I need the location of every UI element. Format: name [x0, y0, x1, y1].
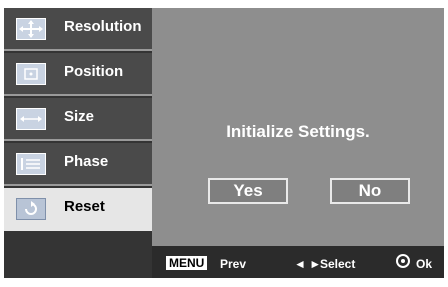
menu-item-resolution[interactable]: Resolution — [4, 8, 152, 51]
dialog-title: Initialize Settings. — [226, 122, 370, 141]
sidebar-menu: Resolution Position Size Phase Reset — [4, 8, 152, 278]
menu-item-position[interactable]: Position — [4, 53, 152, 96]
ok-button-icon — [396, 254, 410, 268]
menu-item-label: Resolution — [64, 18, 142, 35]
menu-item-label: Reset — [64, 198, 105, 215]
reset-icon — [16, 198, 46, 220]
menu-item-label: Position — [64, 63, 124, 80]
select-label: Select — [320, 257, 356, 271]
size-icon — [16, 108, 46, 130]
no-button[interactable]: No — [330, 178, 410, 204]
dialog-panel: Initialize Settings. Yes No — [152, 8, 444, 246]
menu-item-label: Phase — [64, 153, 109, 170]
menu-item-label: Size — [64, 108, 95, 125]
phase-icon — [16, 153, 46, 175]
prev-label: Prev — [220, 257, 247, 271]
menu-item-size[interactable]: Size — [4, 98, 152, 141]
osd-window: Resolution Position Size Phase Reset Ini… — [4, 8, 444, 278]
position-icon — [16, 63, 46, 85]
footer-bar: MENU Prev ◄ ► Select Ok — [152, 246, 444, 278]
left-right-arrows-icon: ◄ ► — [294, 257, 322, 271]
ok-label: Ok — [416, 257, 433, 271]
menu-key-badge: MENU — [166, 256, 208, 270]
yes-button[interactable]: Yes — [208, 178, 288, 204]
menu-item-phase[interactable]: Phase — [4, 143, 152, 186]
menu-item-reset[interactable]: Reset — [4, 188, 152, 231]
resolution-icon — [16, 18, 46, 40]
